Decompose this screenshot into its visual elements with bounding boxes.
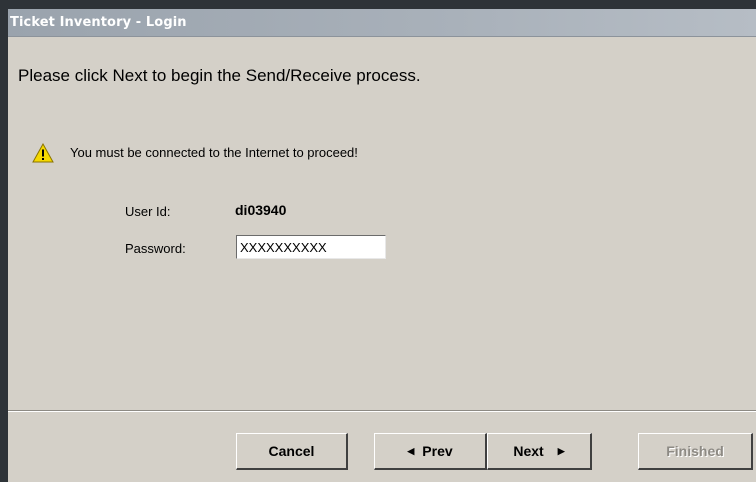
arrow-right-icon: ▶ bbox=[557, 445, 565, 456]
cancel-button[interactable]: Cancel bbox=[236, 433, 348, 470]
window-title: Ticket Inventory - Login bbox=[10, 15, 187, 30]
finished-button-label: Finished bbox=[666, 443, 724, 459]
cancel-button-label: Cancel bbox=[268, 443, 315, 459]
login-dialog: Ticket Inventory - Login Please click Ne… bbox=[8, 9, 756, 482]
next-button-label: Next bbox=[513, 443, 544, 459]
warning-icon bbox=[32, 143, 54, 163]
password-field[interactable] bbox=[236, 235, 386, 259]
title-bar[interactable]: Ticket Inventory - Login bbox=[8, 9, 756, 37]
footer-divider-highlight bbox=[8, 411, 756, 412]
arrow-left-icon: ◀ bbox=[407, 445, 415, 456]
prev-button[interactable]: ◀ Prev bbox=[374, 433, 487, 470]
screen-background: Ticket Inventory - Login Please click Ne… bbox=[0, 0, 756, 482]
password-label: Password: bbox=[125, 241, 186, 256]
warning-text: You must be connected to the Internet to… bbox=[70, 145, 358, 160]
finished-button[interactable]: Finished bbox=[638, 433, 753, 470]
user-id-label: User Id: bbox=[125, 204, 171, 219]
user-id-value: di03940 bbox=[235, 202, 287, 218]
instruction-text: Please click Next to begin the Send/Rece… bbox=[18, 66, 421, 85]
prev-button-label: Prev bbox=[422, 443, 453, 459]
next-button[interactable]: Next ▶ bbox=[487, 433, 592, 470]
